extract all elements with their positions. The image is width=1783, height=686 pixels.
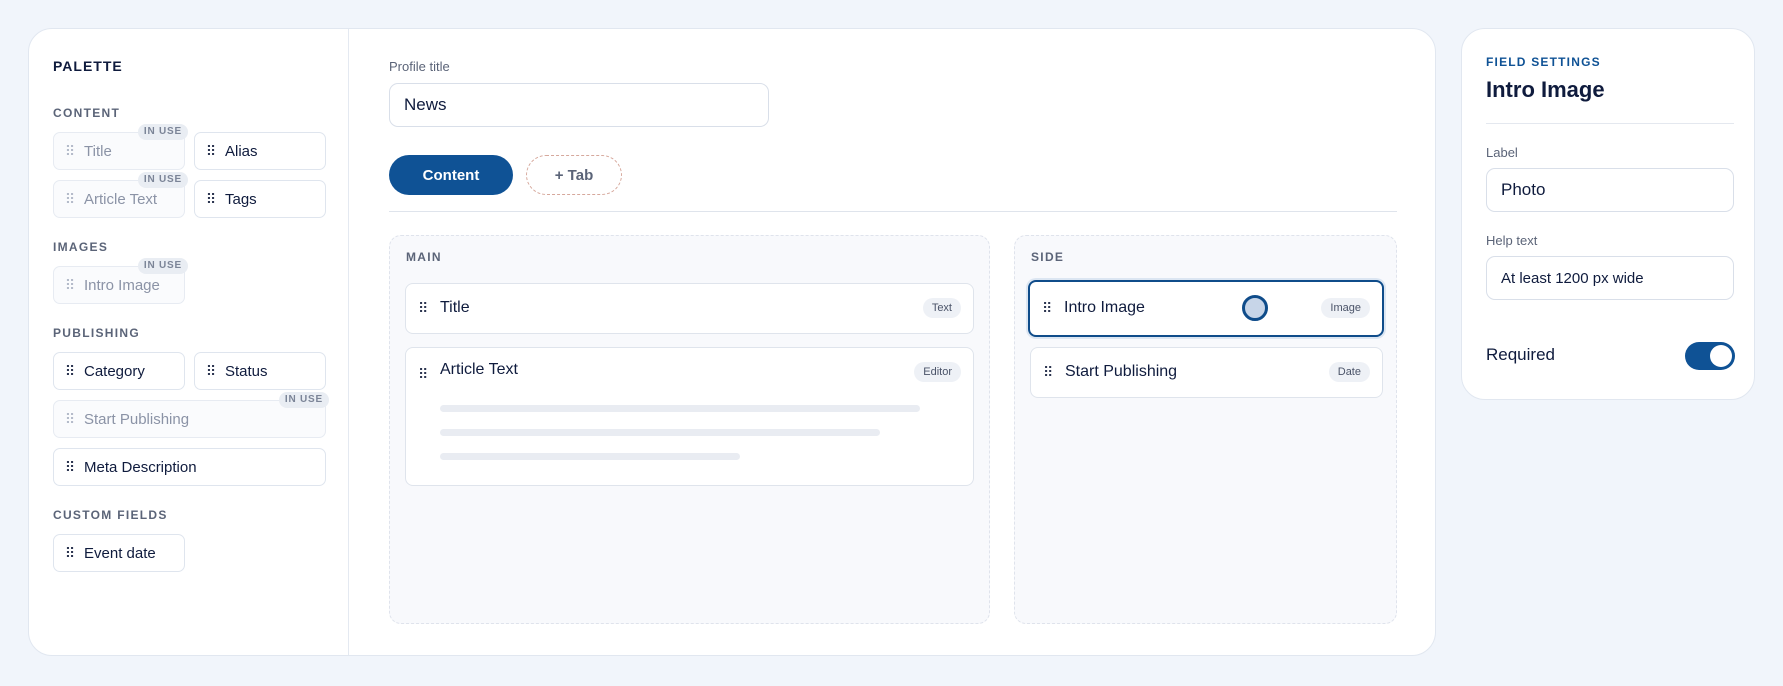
- field-card-name: Title: [440, 299, 470, 316]
- field-type-badge: Date: [1328, 362, 1370, 382]
- field-card-name: Start Publishing: [1065, 363, 1178, 380]
- field-card-start-publishing[interactable]: ⠿ Start Publishing Date: [1030, 347, 1383, 398]
- field-type-badge: Text: [922, 298, 961, 318]
- help-text-label: Help text: [1486, 233, 1538, 248]
- drag-handle-icon: ⠿: [64, 411, 75, 427]
- palette-item-article-text: ⠿ Article Text IN USE: [53, 172, 188, 218]
- zone-main-title: MAIN: [406, 250, 442, 264]
- in-use-badge: IN USE: [278, 392, 329, 408]
- section-content: CONTENT: [53, 106, 121, 120]
- palette-panel: PALETTE CONTENT ⠿ Title IN USE ⠿ Alias ⠿…: [29, 29, 349, 655]
- palette-item-label: Category: [84, 362, 145, 380]
- section-custom-fields: CUSTOM FIELDS: [53, 508, 168, 522]
- drag-handle-icon: ⠿: [64, 191, 75, 207]
- in-use-badge: IN USE: [137, 172, 188, 188]
- palette-item-title: ⠿ Title IN USE: [53, 124, 188, 170]
- field-card-title[interactable]: ⠿ Title Text: [405, 283, 974, 334]
- palette-item-meta-description[interactable]: ⠿ Meta Description: [53, 448, 326, 486]
- drag-handle-icon[interactable]: ⠿: [418, 366, 428, 383]
- palette-item-intro-image: ⠿ Intro Image IN USE: [53, 258, 188, 304]
- palette-item-start-publishing: ⠿ Start Publishing IN USE: [53, 392, 329, 438]
- field-card-article-text[interactable]: ⠿ Article Text Editor: [405, 347, 974, 486]
- palette-item-label: Status: [225, 362, 268, 380]
- field-type-badge: Image: [1321, 298, 1370, 318]
- drag-handle-icon[interactable]: ⠿: [1043, 364, 1053, 381]
- drag-handle-icon[interactable]: ⠿: [195, 192, 225, 206]
- drag-handle-icon[interactable]: ⠿: [195, 364, 225, 378]
- drag-handle-icon: ⠿: [64, 143, 75, 159]
- field-type-badge: Editor: [914, 362, 961, 382]
- editor-placeholder-line: [440, 405, 920, 412]
- palette-item-alias[interactable]: ⠿ Alias: [194, 132, 326, 170]
- label-input[interactable]: Photo: [1486, 168, 1734, 212]
- help-text-input[interactable]: At least 1200 px wide: [1486, 256, 1734, 300]
- field-card-name: Intro Image: [1064, 299, 1145, 316]
- label-field-label: Label: [1486, 145, 1518, 160]
- required-toggle[interactable]: [1685, 342, 1735, 370]
- field-settings-panel: FIELD SETTINGS Intro Image Label Photo H…: [1461, 28, 1755, 400]
- add-tab-button[interactable]: + Tab: [526, 155, 622, 195]
- tabs-divider: [389, 211, 1397, 212]
- section-images: IMAGES: [53, 240, 109, 254]
- profile-title-input[interactable]: News: [389, 83, 769, 127]
- zone-side[interactable]: SIDE ⠿ Intro Image Image ⠿ Start Publish…: [1014, 235, 1397, 624]
- palette-item-status[interactable]: ⠿ Status: [194, 352, 326, 390]
- palette-item-label: Start Publishing: [84, 410, 190, 428]
- drag-cursor-indicator: [1242, 295, 1268, 321]
- palette-item-label: Title: [84, 142, 112, 160]
- settings-title: Intro Image: [1486, 77, 1605, 102]
- palette-item-label: Alias: [225, 142, 258, 160]
- builder-card: PALETTE CONTENT ⠿ Title IN USE ⠿ Alias ⠿…: [28, 28, 1436, 656]
- palette-title: PALETTE: [53, 58, 123, 74]
- tab-content[interactable]: Content: [389, 155, 513, 195]
- drag-handle-icon: ⠿: [64, 277, 75, 293]
- palette-item-label: Intro Image: [84, 276, 160, 294]
- drag-handle-icon[interactable]: ⠿: [54, 546, 84, 560]
- in-use-badge: IN USE: [137, 124, 188, 140]
- drag-handle-icon[interactable]: ⠿: [418, 300, 428, 317]
- palette-item-category[interactable]: ⠿ Category: [53, 352, 185, 390]
- editor-placeholder-line: [440, 453, 740, 460]
- palette-item-label: Tags: [225, 190, 257, 208]
- palette-item-event-date[interactable]: ⠿ Event date: [53, 534, 185, 572]
- palette-item-tags[interactable]: ⠿ Tags: [194, 180, 326, 218]
- required-label: Required: [1486, 345, 1555, 364]
- editor-placeholder-line: [440, 429, 880, 436]
- settings-kicker: FIELD SETTINGS: [1486, 55, 1601, 69]
- palette-item-label: Article Text: [84, 190, 158, 208]
- palette-item-label: Meta Description: [84, 458, 197, 476]
- zone-side-title: SIDE: [1031, 250, 1065, 264]
- field-card-intro-image[interactable]: ⠿ Intro Image Image: [1028, 280, 1384, 337]
- section-publishing: PUBLISHING: [53, 326, 141, 340]
- drag-handle-icon[interactable]: ⠿: [54, 460, 84, 474]
- drag-handle-icon[interactable]: ⠿: [54, 364, 84, 378]
- drag-handle-icon[interactable]: ⠿: [1042, 300, 1052, 317]
- in-use-badge: IN USE: [137, 258, 188, 274]
- toggle-knob: [1710, 345, 1732, 367]
- palette-item-label: Event date: [84, 544, 156, 562]
- zone-main[interactable]: MAIN ⠿ Title Text ⠿ Article Text Editor: [389, 235, 990, 624]
- profile-title-label: Profile title: [389, 59, 450, 74]
- settings-divider: [1486, 123, 1734, 124]
- drag-handle-icon[interactable]: ⠿: [195, 144, 225, 158]
- field-card-name: Article Text: [440, 361, 518, 378]
